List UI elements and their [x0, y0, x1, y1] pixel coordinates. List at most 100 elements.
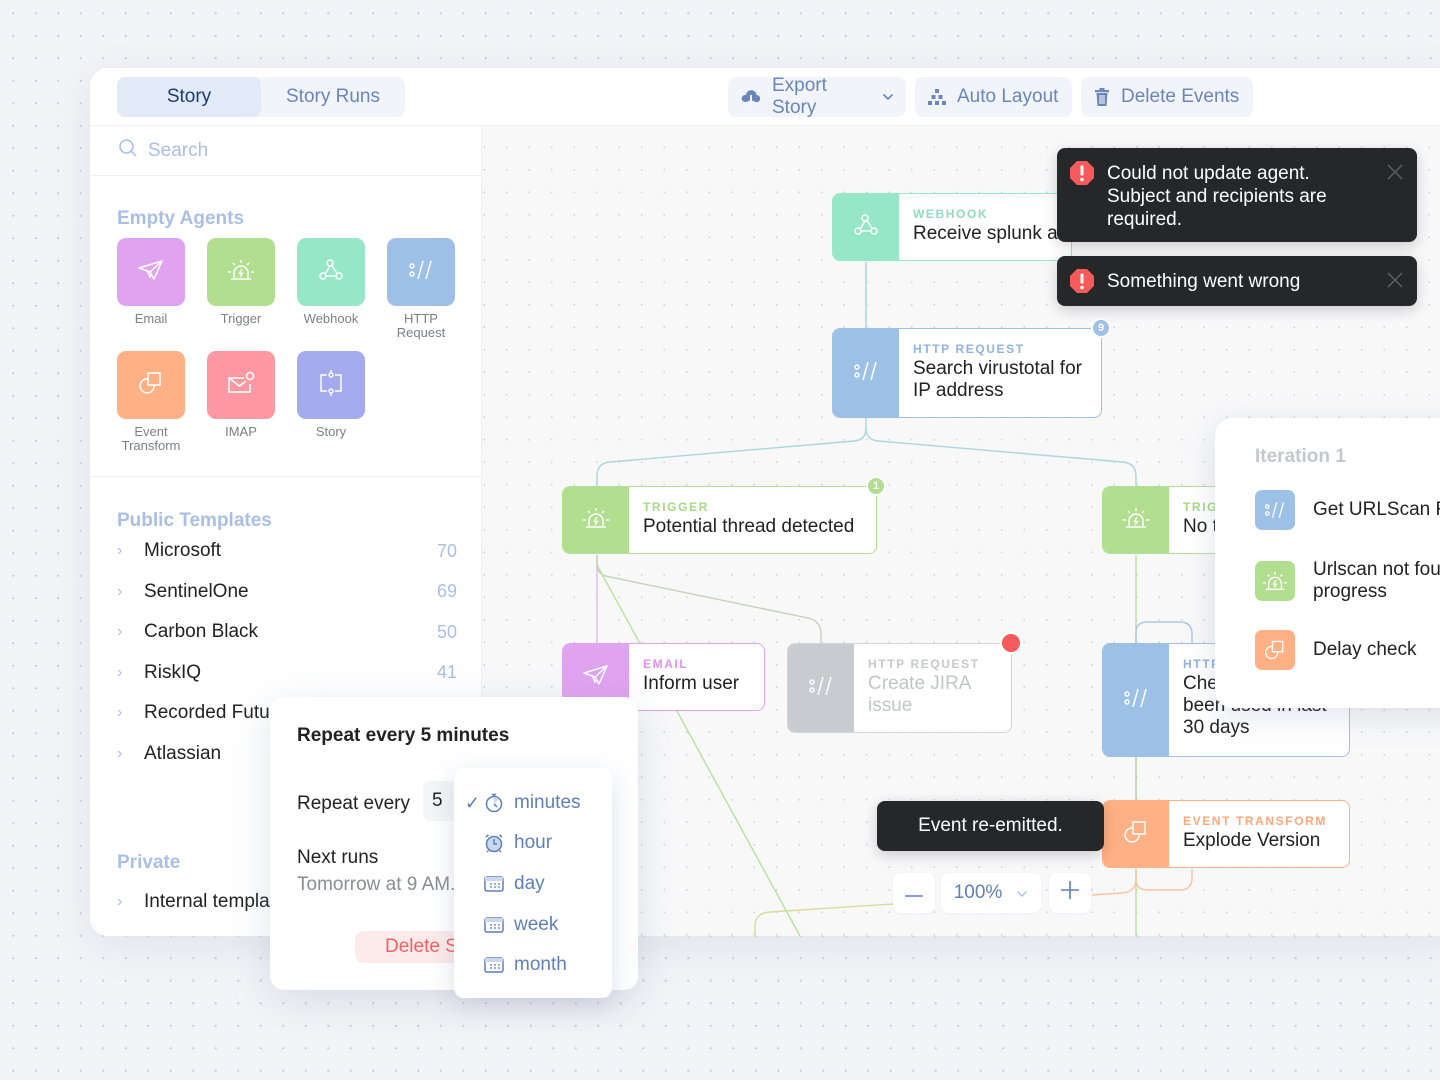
template-row-microsoft[interactable]: › Microsoft 70	[117, 531, 457, 572]
agent-tile	[297, 351, 365, 419]
chevron-right-icon: ›	[117, 704, 123, 722]
paper-plane-icon	[582, 663, 610, 692]
unit-option-minutes[interactable]: ✓ minutes	[454, 785, 612, 821]
node-icon-block	[563, 487, 629, 553]
iteration-item-name: Delay check	[1313, 639, 1417, 660]
error-toast-update-agent: Could not update agent. Subject and reci…	[1057, 148, 1417, 242]
template-row-riskiq[interactable]: › RiskIQ 41	[117, 653, 457, 694]
node-icon-block	[1103, 487, 1169, 553]
agent-label: Trigger	[220, 311, 262, 326]
node-trigger-threat[interactable]: TRIGGER Potential thread detected	[562, 486, 877, 554]
close-icon[interactable]	[1385, 270, 1405, 290]
zoom-out-button[interactable]	[893, 873, 935, 913]
template-row-sentinelone[interactable]: › SentinelOne 69	[117, 572, 457, 613]
alarm-clock-icon	[482, 832, 506, 854]
zoom-level-select[interactable]: 100%	[941, 873, 1041, 913]
template-count: 50	[436, 621, 457, 642]
story-icon	[317, 368, 345, 403]
template-count: 41	[436, 662, 457, 683]
node-name: Potential thread detected	[643, 516, 855, 537]
hierarchy-icon	[927, 88, 947, 106]
schedule-title: Repeat every 5 minutes	[297, 725, 510, 746]
iteration-panel: Iteration 1 Get URLScan Results Urlscan …	[1215, 418, 1440, 708]
agent-label: IMAP	[225, 424, 257, 439]
iteration-item[interactable]: Delay check	[1255, 630, 1417, 670]
node-icon-block	[1103, 644, 1169, 756]
event-count-badge: 1	[866, 476, 886, 496]
minus-icon	[904, 882, 924, 904]
node-type: HTTP REQUEST	[913, 342, 1025, 356]
node-icon-block	[788, 644, 854, 732]
template-row-carbon-black[interactable]: › Carbon Black 50	[117, 612, 457, 653]
search-bar	[90, 126, 481, 176]
agent-label: HTTP Request	[396, 311, 446, 340]
chevron-right-icon: ›	[117, 893, 123, 911]
siren-icon	[1255, 561, 1295, 601]
agent-story[interactable]: Story	[297, 351, 365, 439]
unit-option-week[interactable]: week	[454, 907, 612, 943]
http-icon	[1255, 490, 1295, 530]
agent-http-request[interactable]: HTTP Request	[387, 238, 455, 340]
auto-layout-label: Auto Layout	[957, 86, 1059, 107]
trash-icon	[1093, 87, 1111, 107]
zoom-level-value: 100%	[953, 882, 1003, 903]
webhook-icon	[852, 212, 880, 243]
delete-events-button[interactable]: Delete Events	[1081, 77, 1253, 117]
public-templates-heading: Public Templates	[117, 510, 272, 531]
calendar-icon	[482, 914, 506, 936]
node-http-virustotal[interactable]: HTTP REQUEST Search virustotal for IP add…	[832, 328, 1102, 418]
agent-tile	[207, 351, 275, 419]
error-toast-something-wrong: Something went wrong	[1057, 256, 1417, 306]
http-icon	[1122, 686, 1150, 715]
iteration-item-name: Get URLScan Results	[1313, 499, 1440, 520]
node-name: Inform user	[643, 673, 740, 694]
search-input[interactable]	[148, 139, 448, 162]
http-icon	[407, 258, 435, 287]
agent-tile	[207, 238, 275, 306]
tab-story-runs[interactable]: Story Runs	[261, 77, 405, 117]
node-http-create-jira[interactable]: HTTP REQUEST Create JIRA issue	[787, 643, 1012, 733]
chevron-right-icon: ›	[117, 663, 123, 681]
node-webhook[interactable]: WEBHOOK Receive splunk alert	[832, 193, 1072, 261]
siren-icon	[582, 506, 610, 535]
node-type: WEBHOOK	[913, 207, 989, 221]
agent-trigger[interactable]: Trigger	[207, 238, 275, 326]
empty-agents-heading: Empty Agents	[117, 208, 245, 229]
iteration-item[interactable]: Get URLScan Results	[1255, 490, 1440, 530]
search-icon	[118, 138, 138, 163]
template-name: Microsoft	[144, 540, 222, 562]
close-icon[interactable]	[1385, 162, 1405, 182]
agent-imap[interactable]: IMAP	[207, 351, 275, 439]
unit-option-day[interactable]: day	[454, 866, 612, 902]
node-name: Explode Version	[1183, 830, 1321, 851]
unit-option-month[interactable]: month	[454, 947, 612, 983]
unit-option-label: month	[514, 954, 567, 975]
export-story-button[interactable]: Export Story	[728, 75, 906, 118]
node-type: EVENT TRANSFORM	[1183, 814, 1327, 828]
agent-webhook[interactable]: Webhook	[297, 238, 365, 326]
error-status-dot	[1000, 632, 1022, 654]
unit-option-hour[interactable]: hour	[454, 825, 612, 861]
repeat-every-label: Repeat every	[297, 793, 411, 814]
calendar-icon	[482, 873, 506, 895]
error-octagon-icon	[1069, 268, 1095, 294]
template-name: RiskIQ	[144, 661, 201, 683]
agent-label: Story	[315, 424, 347, 439]
agent-event-transform[interactable]: Event Transform	[117, 351, 185, 453]
iteration-item[interactable]: Urlscan not found, in progress	[1255, 559, 1440, 603]
error-octagon-icon	[1069, 160, 1095, 186]
node-icon-block	[833, 329, 899, 417]
cloud-download-icon	[740, 87, 762, 107]
webhook-icon	[317, 257, 345, 288]
agent-label: Event Transform	[121, 424, 181, 453]
private-heading: Private	[117, 852, 181, 873]
zoom-in-button[interactable]	[1049, 873, 1091, 913]
tab-story[interactable]: Story	[117, 77, 261, 117]
http-icon	[852, 359, 880, 388]
iteration-item-name: Urlscan not found, in progress	[1313, 559, 1440, 602]
template-name: Carbon Black	[144, 621, 259, 643]
auto-layout-button[interactable]: Auto Layout	[915, 77, 1072, 117]
node-transform-explode[interactable]: EVENT TRANSFORM Explode Version	[1102, 800, 1350, 868]
template-name: SentinelOne	[144, 580, 249, 602]
agent-email[interactable]: Email	[117, 238, 185, 326]
